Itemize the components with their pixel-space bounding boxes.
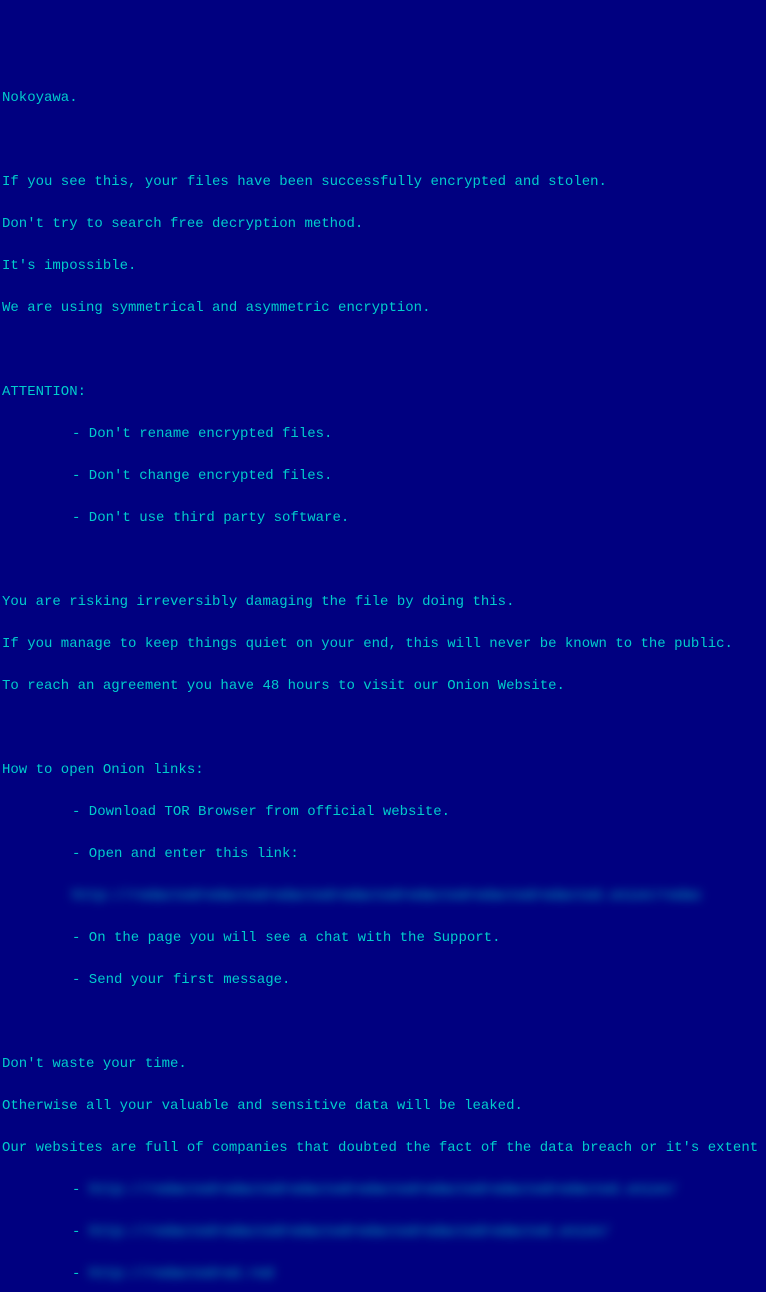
howto-item-3: - On the page you will see a chat with t… (2, 928, 764, 949)
closing-line-1: Don't waste your time. (2, 1054, 764, 1075)
attention-item-3: - Don't use third party software. (2, 508, 764, 529)
redacted-onion-link: http://redactedredactedredactedredactedr… (2, 886, 764, 907)
warning-line-3: To reach an agreement you have 48 hours … (2, 676, 764, 697)
attention-header: ATTENTION: (2, 382, 764, 403)
redacted-site-3: - http://redactedred.red (2, 1264, 764, 1285)
redacted-url-2: http://redactedredactedredactedredactedr… (89, 1224, 610, 1240)
intro-line-1: If you see this, your files have been su… (2, 172, 764, 193)
redacted-site-1: - http://redactedredactedredactedredacte… (2, 1180, 764, 1201)
blank-line (2, 130, 764, 151)
howto-header: How to open Onion links: (2, 760, 764, 781)
howto-item-4: - Send your first message. (2, 970, 764, 991)
ransom-title: Nokoyawa. (2, 88, 764, 109)
redacted-url-1: http://redactedredactedredactedredactedr… (89, 1182, 677, 1198)
closing-line-2: Otherwise all your valuable and sensitiv… (2, 1096, 764, 1117)
howto-item-1: - Download TOR Browser from official web… (2, 802, 764, 823)
howto-item-2: - Open and enter this link: (2, 844, 764, 865)
blank-line (2, 340, 764, 361)
redacted-url-3: http://redactedred.red (89, 1266, 274, 1282)
intro-line-4: We are using symmetrical and asymmetric … (2, 298, 764, 319)
warning-line-1: You are risking irreversibly damaging th… (2, 592, 764, 613)
blank-line (2, 1012, 764, 1033)
attention-item-2: - Don't change encrypted files. (2, 466, 764, 487)
blank-line (2, 550, 764, 571)
warning-line-2: If you manage to keep things quiet on yo… (2, 634, 764, 655)
intro-line-3: It's impossible. (2, 256, 764, 277)
closing-line-3: Our websites are full of companies that … (2, 1138, 764, 1159)
redacted-site-2: - http://redactedredactedredactedredacte… (2, 1222, 764, 1243)
attention-item-1: - Don't rename encrypted files. (2, 424, 764, 445)
intro-line-2: Don't try to search free decryption meth… (2, 214, 764, 235)
blank-line (2, 718, 764, 739)
